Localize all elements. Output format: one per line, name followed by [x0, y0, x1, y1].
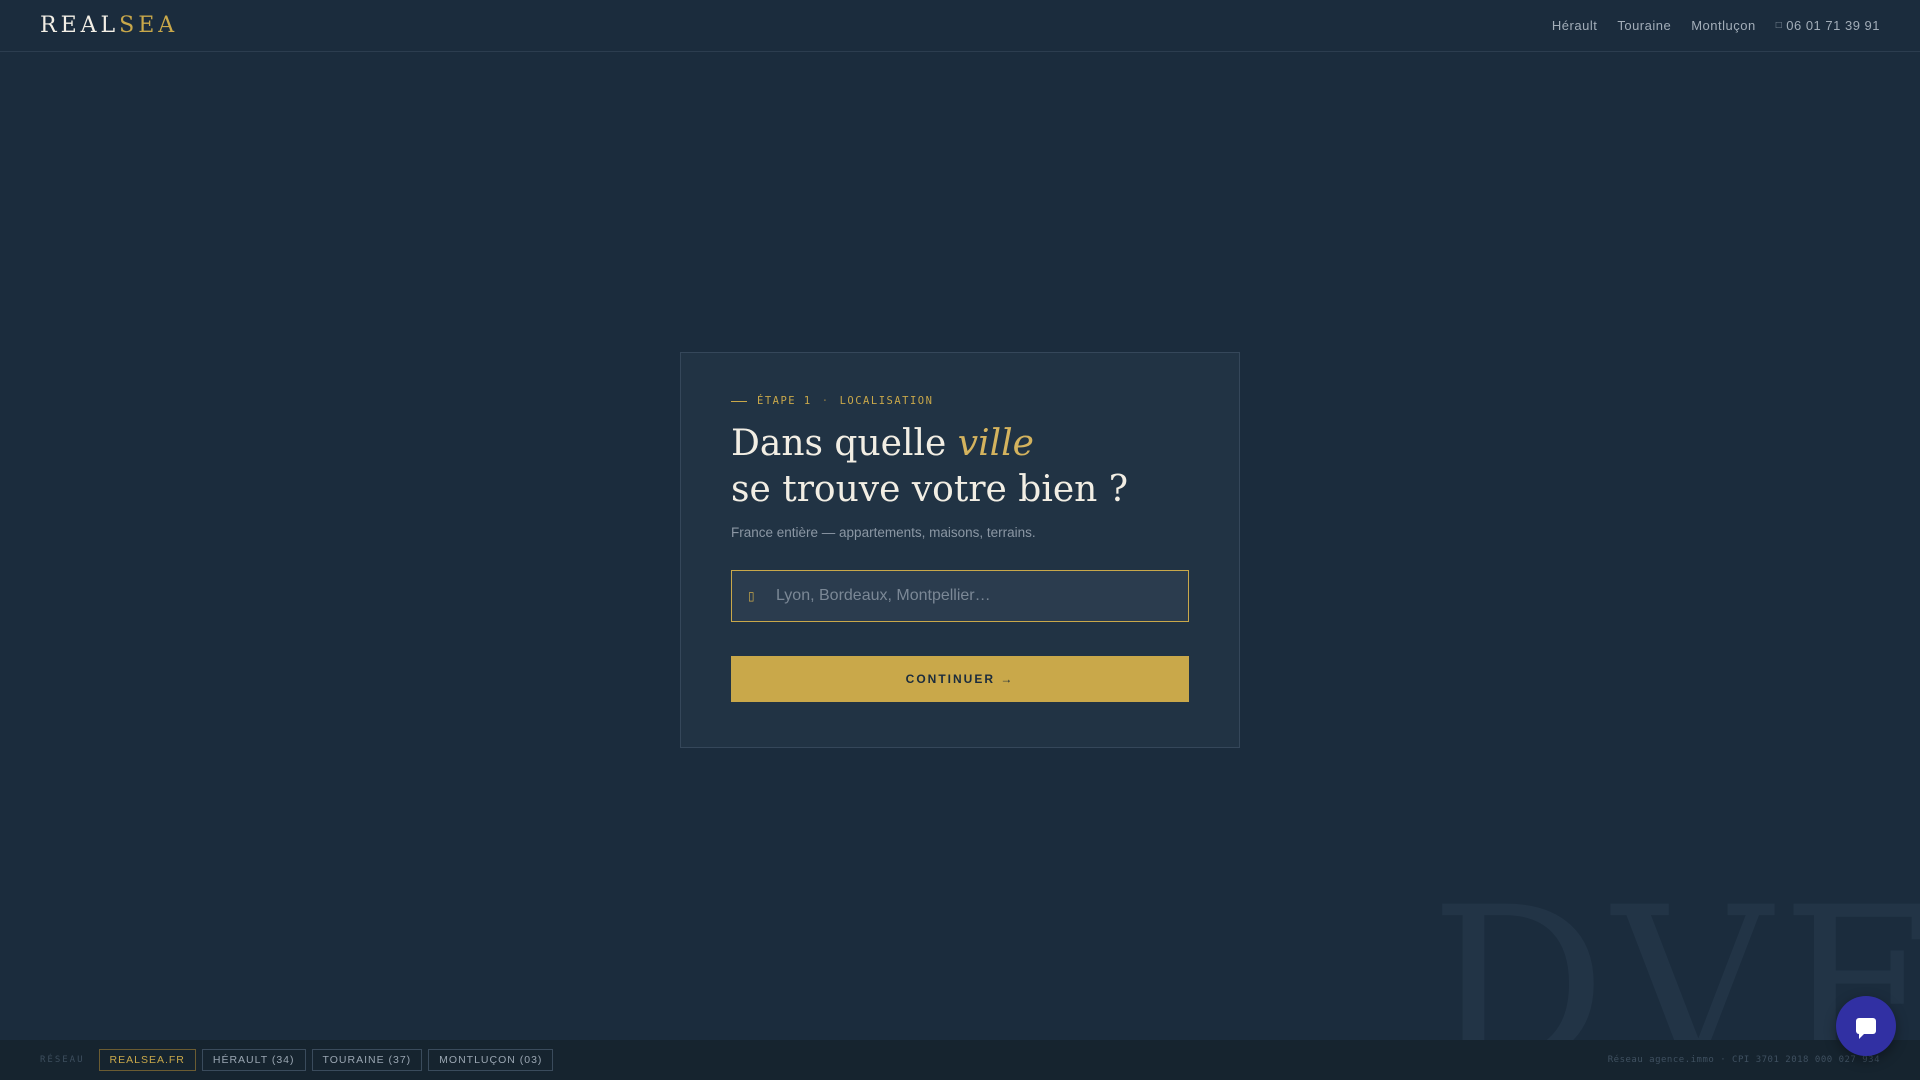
page-title: Dans quelle ville se trouve votre bien ?: [731, 421, 1189, 513]
subtitle: France entière — appartements, maisons, …: [731, 525, 1036, 540]
network-chip-realsea[interactable]: REALSEA.FR: [98, 1049, 196, 1071]
title-line2: se trouve votre bien ?: [731, 469, 1129, 510]
title-line1: Dans quelle: [731, 423, 958, 464]
legal-notice: Réseau agence.immo · CPI 3701 2018 000 0…: [1607, 1055, 1880, 1065]
step-number: ÉTAPE 1: [757, 395, 812, 407]
location-step-card: ÉTAPE 1 · LOCALISATION Dans quelle ville…: [680, 352, 1240, 748]
network-links: RÉSEAU REALSEA.FR HÉRAULT (34) TOURAINE …: [40, 1049, 554, 1071]
network-label: RÉSEAU: [40, 1055, 85, 1065]
network-chip-montlucon[interactable]: MONTLUÇON (03): [428, 1049, 554, 1071]
city-search-field[interactable]: ▯: [731, 570, 1189, 622]
network-chip-herault[interactable]: HÉRAULT (34): [201, 1049, 306, 1071]
eyebrow-separator: ·: [821, 395, 830, 407]
map-pin-icon: ▯: [748, 589, 755, 603]
network-chip-touraine[interactable]: TOURAINE (37): [311, 1049, 423, 1071]
eyebrow-line: [731, 400, 747, 402]
step-eyebrow: ÉTAPE 1 · LOCALISATION: [731, 395, 1189, 407]
chat-bubble-icon: [1856, 1018, 1876, 1039]
chat-widget-button[interactable]: [1836, 996, 1896, 1056]
footer: RÉSEAU REALSEA.FR HÉRAULT (34) TOURAINE …: [0, 1040, 1920, 1080]
continue-button[interactable]: CONTINUER →: [731, 656, 1189, 702]
step-label: LOCALISATION: [839, 395, 934, 407]
title-highlight: ville: [957, 423, 1034, 464]
city-search-input[interactable]: [776, 571, 1188, 621]
